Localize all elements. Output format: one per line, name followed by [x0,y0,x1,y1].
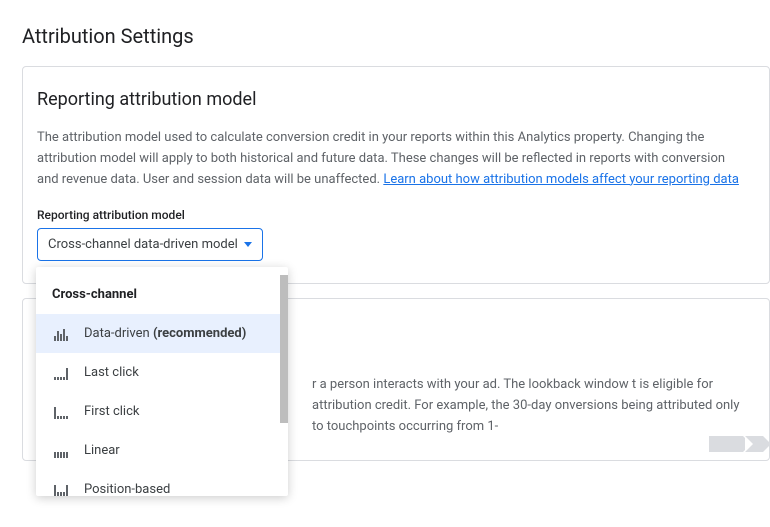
bars-last-click-icon [52,366,70,380]
menu-item-label: First click [84,404,139,419]
bars-first-click-icon [52,405,70,419]
scrollbar[interactable] [280,275,288,423]
card-description: The attribution model used to calculate … [37,128,749,190]
menu-item-label: Last click [84,365,139,380]
menu-item-position-based[interactable]: Position-based [36,470,288,496]
learn-more-link[interactable]: Learn about how attribution models affec… [383,172,739,187]
menu-group-header: Cross-channel [36,275,288,314]
bars-position-based-icon [52,482,70,496]
menu-item-linear[interactable]: Linear [36,431,288,470]
card-title: Reporting attribution model [37,89,749,110]
chevron-down-icon [244,242,252,247]
dropdown-value: Cross-channel data-driven model [48,237,238,252]
bars-linear-icon [52,444,70,458]
timeline-arrows-icon [709,436,763,452]
menu-item-label: Linear [84,443,120,458]
menu-item-label: Data-driven (recommended) [84,326,246,341]
field-label: Reporting attribution model [37,208,749,222]
menu-item-first-click[interactable]: First click [36,392,288,431]
model-dropdown[interactable]: Cross-channel data-driven model [37,228,263,261]
page-title: Attribution Settings [0,0,770,66]
model-dropdown-menu: Cross-channel Data-driven (recommended) [36,267,288,496]
menu-item-last-click[interactable]: Last click [36,353,288,392]
reporting-model-card: Reporting attribution model The attribut… [22,66,770,284]
bars-data-driven-icon [52,327,70,341]
menu-item-label: Position-based [84,482,170,497]
menu-item-data-driven[interactable]: Data-driven (recommended) [36,314,288,353]
